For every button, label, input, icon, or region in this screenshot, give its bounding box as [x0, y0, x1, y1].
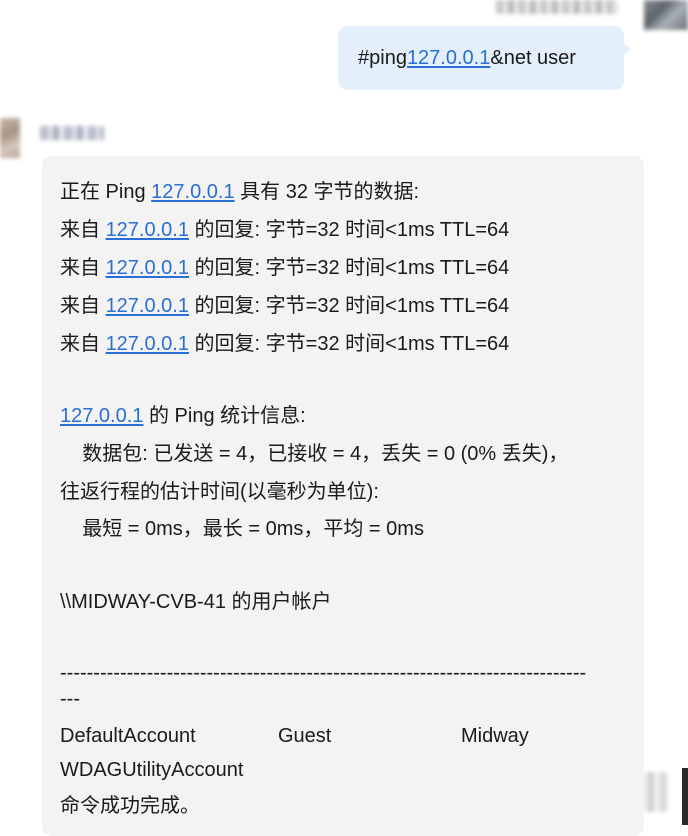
reply-detail: 的回复: 字节=32 时间<1ms TTL=64 — [188, 257, 510, 279]
ip-link[interactable]: 127.0.0.1 — [106, 257, 189, 279]
account-name: DefaultAccount — [60, 725, 196, 747]
bot-name-blurred — [40, 126, 104, 140]
ip-link[interactable]: 127.0.0.1 — [106, 333, 189, 355]
reply-prefix: 来自 — [60, 295, 106, 317]
rtt-title-line: 往返行程的估计时间(以毫秒为单位): — [60, 481, 379, 503]
outgoing-message-ip-link[interactable]: 127.0.0.1 — [407, 47, 490, 70]
reply-line: 来自 127.0.0.1 的回复: 字节=32 时间<1ms TTL=64 — [60, 256, 509, 280]
account-name: Guest — [278, 725, 332, 747]
reply-detail: 的回复: 字节=32 时间<1ms TTL=64 — [188, 333, 510, 355]
outgoing-message-bubble: #ping 127.0.0.1 &net user — [338, 26, 631, 90]
reply-prefix: 来自 — [60, 219, 106, 241]
ping-header-line: 正在 Ping 127.0.0.1 具有 32 字节的数据: — [60, 180, 419, 204]
completion-line: 命令成功完成。 — [60, 795, 200, 817]
reply-prefix: 来自 — [60, 257, 106, 279]
reply-message-bubble: 正在 Ping 127.0.0.1 具有 32 字节的数据: 来自 127.0.… — [42, 156, 644, 836]
ping-header-suffix: 具有 32 字节的数据: — [234, 181, 420, 203]
reply-line: 来自 127.0.0.1 的回复: 字节=32 时间<1ms TTL=64 — [60, 332, 509, 356]
account-name: Midway — [461, 725, 529, 747]
reply-line: 来自 127.0.0.1 的回复: 字节=32 时间<1ms TTL=64 — [60, 294, 509, 318]
sender-name-blurred — [496, 0, 618, 14]
window-edge — [682, 768, 688, 825]
ip-link[interactable]: 127.0.0.1 — [106, 219, 189, 241]
account-name: WDAGUtilityAccount — [60, 759, 244, 781]
packets-line: 数据包: 已发送 = 4，已接收 = 4，丢失 = 0 (0% 丢失)， — [60, 443, 569, 465]
bot-avatar[interactable] — [0, 118, 20, 158]
ip-link[interactable]: 127.0.0.1 — [60, 405, 143, 427]
reply-detail: 的回复: 字节=32 时间<1ms TTL=64 — [188, 219, 510, 241]
reply-prefix: 来自 — [60, 333, 106, 355]
reply-line: 来自 127.0.0.1 的回复: 字节=32 时间<1ms TTL=64 — [60, 218, 509, 242]
ping-header-prefix: 正在 Ping — [60, 181, 152, 203]
account-title-line: \\MIDWAY-CVB-41 的用户帐户 — [60, 591, 332, 613]
stats-title-text: 的 Ping 统计信息: — [143, 405, 306, 427]
ip-link[interactable]: 127.0.0.1 — [151, 181, 234, 203]
separator-line: ----------------------------------------… — [60, 662, 587, 684]
separator-tail-line: --- — [60, 688, 80, 710]
my-avatar[interactable] — [644, 0, 688, 30]
reply-detail: 的回复: 字节=32 时间<1ms TTL=64 — [188, 295, 510, 317]
rtt-values-line: 最短 = 0ms，最长 = 0ms，平均 = 0ms — [60, 518, 424, 540]
outgoing-message-suffix: &net user — [490, 46, 576, 69]
ip-link[interactable]: 127.0.0.1 — [106, 295, 189, 317]
outgoing-message-prefix: #ping — [358, 46, 407, 69]
stats-title-line: 127.0.0.1 的 Ping 统计信息: — [60, 404, 306, 428]
